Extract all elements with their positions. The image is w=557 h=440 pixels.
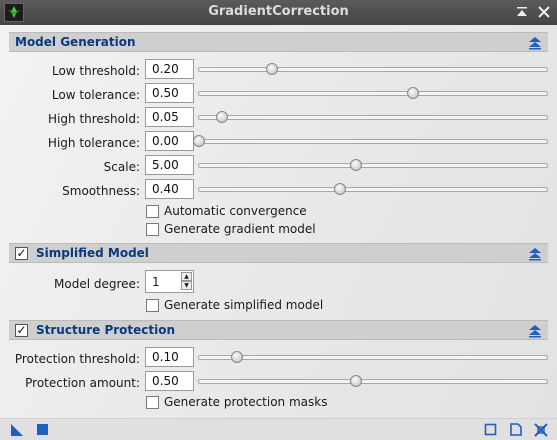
high-tolerance-label: High tolerance:: [47, 136, 140, 150]
scale-input[interactable]: 5.00: [145, 155, 194, 175]
close-icon[interactable]: [535, 3, 553, 21]
low-threshold-input[interactable]: 0.20: [145, 59, 194, 79]
window-title: GradientCorrection: [208, 4, 349, 19]
collapse-icon[interactable]: [528, 36, 542, 50]
smoothness-slider[interactable]: [198, 183, 548, 195]
protection-threshold-input[interactable]: 0.10: [145, 347, 194, 367]
structure-protection-checkbox[interactable]: ✓: [15, 324, 28, 337]
slider-thumb[interactable]: [215, 111, 228, 123]
model-degree-label: Model degree:: [54, 277, 140, 291]
slider-thumb[interactable]: [349, 159, 362, 171]
bottom-toolbar: [0, 418, 557, 440]
spin-up-icon[interactable]: ▲: [181, 272, 192, 281]
generate-gradient-model-label: Generate gradient model: [164, 222, 316, 236]
high-threshold-label: High threshold:: [48, 112, 140, 126]
collapse-icon[interactable]: [528, 324, 542, 338]
slider-thumb[interactable]: [407, 87, 420, 99]
generate-gradient-model-checkbox[interactable]: [146, 223, 159, 236]
structure-protection-header[interactable]: ✓ Structure Protection: [9, 320, 548, 340]
generate-protection-masks-checkbox[interactable]: [146, 396, 159, 409]
model-generation-header[interactable]: Model Generation: [9, 32, 548, 52]
collapse-icon[interactable]: [528, 247, 542, 261]
generate-simplified-model-checkbox[interactable]: [146, 299, 159, 312]
generate-protection-masks-label: Generate protection masks: [164, 395, 328, 409]
smoothness-label: Smoothness:: [62, 184, 140, 198]
automatic-convergence-label: Automatic convergence: [164, 204, 307, 218]
high-threshold-slider[interactable]: [198, 111, 548, 123]
reset-icon[interactable]: [534, 423, 548, 437]
gradient-correction-window: GradientCorrection Model Generation Low …: [0, 0, 557, 440]
protection-amount-input[interactable]: 0.50: [145, 371, 194, 391]
protection-amount-label: Protection amount:: [25, 376, 140, 390]
model-generation-title: Model Generation: [15, 35, 136, 49]
simplified-model-title: Simplified Model: [36, 246, 149, 260]
browse-documentation-icon[interactable]: [484, 423, 498, 437]
shade-icon[interactable]: [513, 3, 531, 21]
low-threshold-slider[interactable]: [198, 63, 548, 75]
save-document-icon[interactable]: [509, 423, 523, 437]
low-tolerance-input[interactable]: 0.50: [145, 83, 194, 103]
protection-amount-slider[interactable]: [198, 375, 548, 387]
spin-arrows[interactable]: ▲ ▼: [181, 272, 192, 291]
structure-protection-title: Structure Protection: [36, 323, 176, 337]
high-tolerance-slider[interactable]: [193, 135, 548, 147]
slider-thumb[interactable]: [266, 63, 279, 75]
spin-down-icon[interactable]: ▼: [181, 281, 192, 290]
smoothness-input[interactable]: 0.40: [145, 179, 194, 199]
new-instance-icon[interactable]: [10, 423, 24, 437]
title-bar: GradientCorrection: [0, 0, 557, 25]
simplified-model-header[interactable]: ✓ Simplified Model: [9, 243, 548, 263]
slider-thumb[interactable]: [193, 135, 205, 147]
scale-slider[interactable]: [198, 159, 548, 171]
protection-threshold-slider[interactable]: [198, 351, 548, 363]
low-tolerance-label: Low tolerance:: [51, 88, 140, 102]
scale-label: Scale:: [103, 160, 140, 174]
high-tolerance-input[interactable]: 0.00: [145, 131, 194, 151]
slider-thumb[interactable]: [349, 375, 362, 387]
apply-icon[interactable]: [36, 423, 50, 437]
automatic-convergence-checkbox[interactable]: [146, 205, 159, 218]
protection-threshold-label: Protection threshold:: [14, 352, 140, 366]
slider-thumb[interactable]: [333, 183, 346, 195]
simplified-model-checkbox[interactable]: ✓: [15, 247, 28, 260]
model-degree-value: 1: [152, 275, 160, 289]
low-threshold-label: Low threshold:: [51, 64, 140, 78]
low-tolerance-slider[interactable]: [198, 87, 548, 99]
model-degree-spinbox[interactable]: 1 ▲ ▼: [145, 270, 194, 293]
generate-simplified-model-label: Generate simplified model: [164, 298, 324, 312]
slider-thumb[interactable]: [231, 351, 244, 363]
high-threshold-input[interactable]: 0.05: [145, 107, 194, 127]
